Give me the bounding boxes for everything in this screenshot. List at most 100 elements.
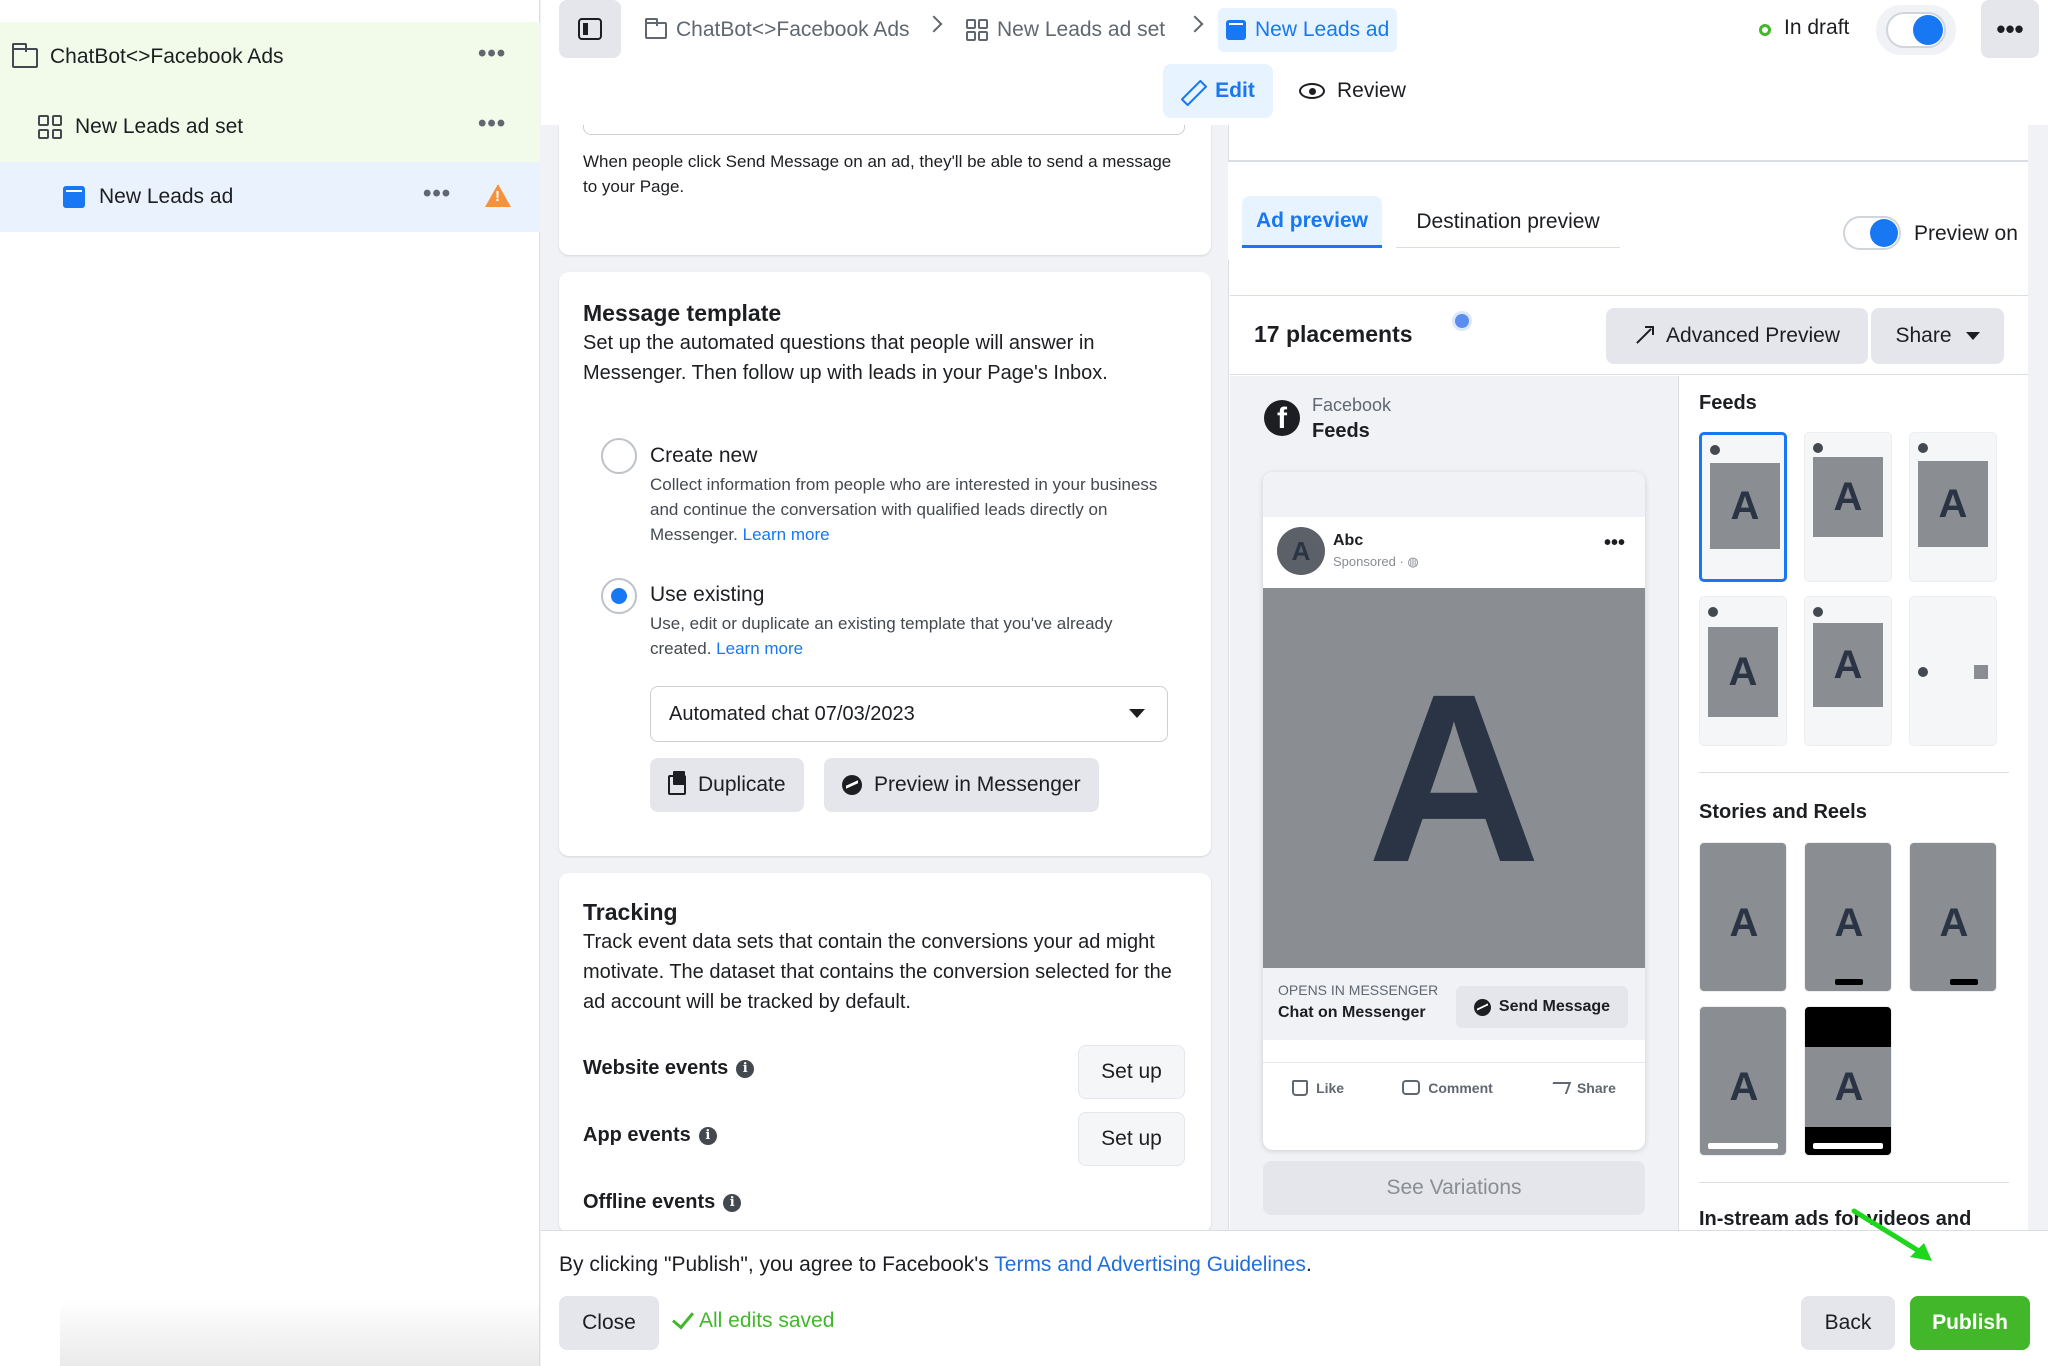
status-dot-icon [1759,24,1771,36]
thumb-image: A [1910,883,1996,963]
annotation-arrow-icon [1851,1208,1932,1261]
offline-events-text: Offline events [583,1191,716,1213]
see-variations-button[interactable]: See Variations [1263,1161,1645,1215]
thumb-avatar [1813,607,1823,617]
tab-ad-preview[interactable]: Ad preview [1242,196,1382,248]
tab-destination-preview[interactable]: Destination preview [1396,196,1620,248]
messenger-icon [842,775,862,795]
info-icon[interactable]: i [723,1193,742,1212]
thumb-letter: A [1938,481,1968,526]
website-events-setup-button[interactable]: Set up [1078,1045,1185,1099]
placement-thumb[interactable] [1909,596,1997,746]
app-events-label: App events i [583,1124,717,1147]
back-button[interactable]: Back [1801,1296,1895,1350]
avatar: A [1277,527,1325,575]
radio-use-existing[interactable] [601,578,637,614]
ad-on-off-toggle[interactable] [1886,12,1946,48]
thumb-bar [1950,979,1978,985]
mockup-more-icon: ••• [1603,532,1625,554]
preview-in-messenger-button[interactable]: Preview in Messenger [824,758,1099,812]
thumb-image: A [1813,457,1883,537]
sidebar-item-campaign[interactable]: ChatBot<>Facebook Ads ••• [0,22,540,92]
advanced-preview-label: Advanced Preview [1666,324,1840,347]
breadcrumb-campaign[interactable]: ChatBot<>Facebook Ads [645,14,910,46]
breadcrumb-ad[interactable]: New Leads ad [1218,8,1398,52]
preview-on-label: Preview on [1914,222,2018,245]
thumb-letter: A [1834,900,1864,945]
placement-thumb[interactable]: A [1804,596,1892,746]
thumb-image: A [1805,883,1891,963]
expand-icon [1634,326,1655,345]
more-options-icon[interactable]: ••• [423,180,451,208]
grid-icon [966,19,988,41]
learn-more-link[interactable]: Learn more [743,525,830,544]
placement-thumb[interactable]: A [1699,596,1787,746]
more-options-icon[interactable]: ••• [478,110,506,138]
radio-create-new[interactable] [601,438,637,474]
placement-thumb[interactable]: A [1804,842,1892,992]
share-label: Share [1576,1079,1616,1096]
duplicate-button[interactable]: Duplicate [650,758,804,812]
thumb-letter: A [1729,900,1759,945]
mockup-send-message-button: Send Message [1456,986,1628,1028]
tab-edit-label: Edit [1215,79,1255,102]
placement-thumb[interactable]: A [1804,1006,1892,1156]
placement-thumb[interactable]: A [1699,432,1787,582]
preview-on-toggle[interactable] [1843,216,1901,250]
caret-down-icon [1129,709,1145,718]
comment-label: Comment [1428,1079,1493,1096]
eye-icon [1299,83,1325,99]
folder-icon [645,17,667,39]
toggle-sidebar-button[interactable] [559,0,621,58]
learn-more-link[interactable]: Learn more [716,639,803,658]
breadcrumb-adset[interactable]: New Leads ad set [966,14,1165,46]
mockup-image-letter: A [1367,644,1541,912]
duplicate-label: Duplicate [698,773,786,796]
placement-divider [1699,772,2009,773]
tab-edit[interactable]: Edit [1163,64,1273,118]
checkmark-icon [671,1306,695,1330]
thumb-letter: A [1728,649,1758,694]
thumb-image: A [1918,461,1988,547]
share-button[interactable]: Share [1871,308,2004,364]
terms-link[interactable]: Terms and Advertising Guidelines [994,1253,1306,1276]
tab-review[interactable]: Review [1299,64,1406,118]
mockup-share: Share [1548,1079,1616,1096]
info-icon[interactable]: i [736,1059,755,1078]
preview-in-messenger-label: Preview in Messenger [874,773,1081,796]
sidebar-item-adset[interactable]: New Leads ad set ••• [0,92,540,162]
template-dropdown[interactable]: Automated chat 07/03/2023 [650,686,1168,742]
thumb-avatar [1710,445,1720,455]
ad-icon [63,186,85,208]
placement-thumb[interactable]: A [1909,432,1997,582]
thumb-image: A [1708,627,1778,717]
pencil-icon [1181,80,1203,102]
advanced-preview-button[interactable]: Advanced Preview [1606,308,1868,364]
placement-thumb[interactable]: A [1699,1006,1787,1156]
status-text: In draft [1784,16,1850,39]
save-status: All edits saved [671,1306,834,1333]
website-events-text: Website events [583,1057,729,1079]
sidebar-item-label: ChatBot<>Facebook Ads [50,45,284,68]
ad-icon [1226,20,1246,40]
like-icon [1292,1079,1309,1096]
thumb-image: A [1700,1047,1786,1127]
more-options-icon[interactable]: ••• [478,40,506,68]
facebook-logo-icon: f [1264,400,1300,436]
thumb-image [1974,665,1988,679]
mockup-top-strip [1263,472,1645,517]
terms-suffix: . [1305,1253,1312,1276]
info-icon[interactable]: i [698,1126,717,1145]
placement-thumb[interactable]: A [1909,842,1997,992]
app-events-setup-button[interactable]: Set up [1078,1112,1185,1166]
placement-thumb[interactable]: A [1699,842,1787,992]
warning-icon [485,184,511,207]
sidebar-item-ad[interactable]: New Leads ad ••• [0,162,540,232]
header-more-button[interactable]: ••• [1981,0,2039,58]
ad-mockup: A Abc Sponsored · ◍ ••• A OPENS IN MESSE… [1263,472,1645,1150]
close-button[interactable]: Close [559,1296,659,1350]
placement-thumb[interactable]: A [1804,432,1892,582]
campaign-tree-sidebar: ChatBot<>Facebook Ads ••• New Leads ad s… [0,0,540,1366]
placement-divider [1699,1182,2009,1183]
publish-button[interactable]: Publish [1910,1296,2030,1350]
